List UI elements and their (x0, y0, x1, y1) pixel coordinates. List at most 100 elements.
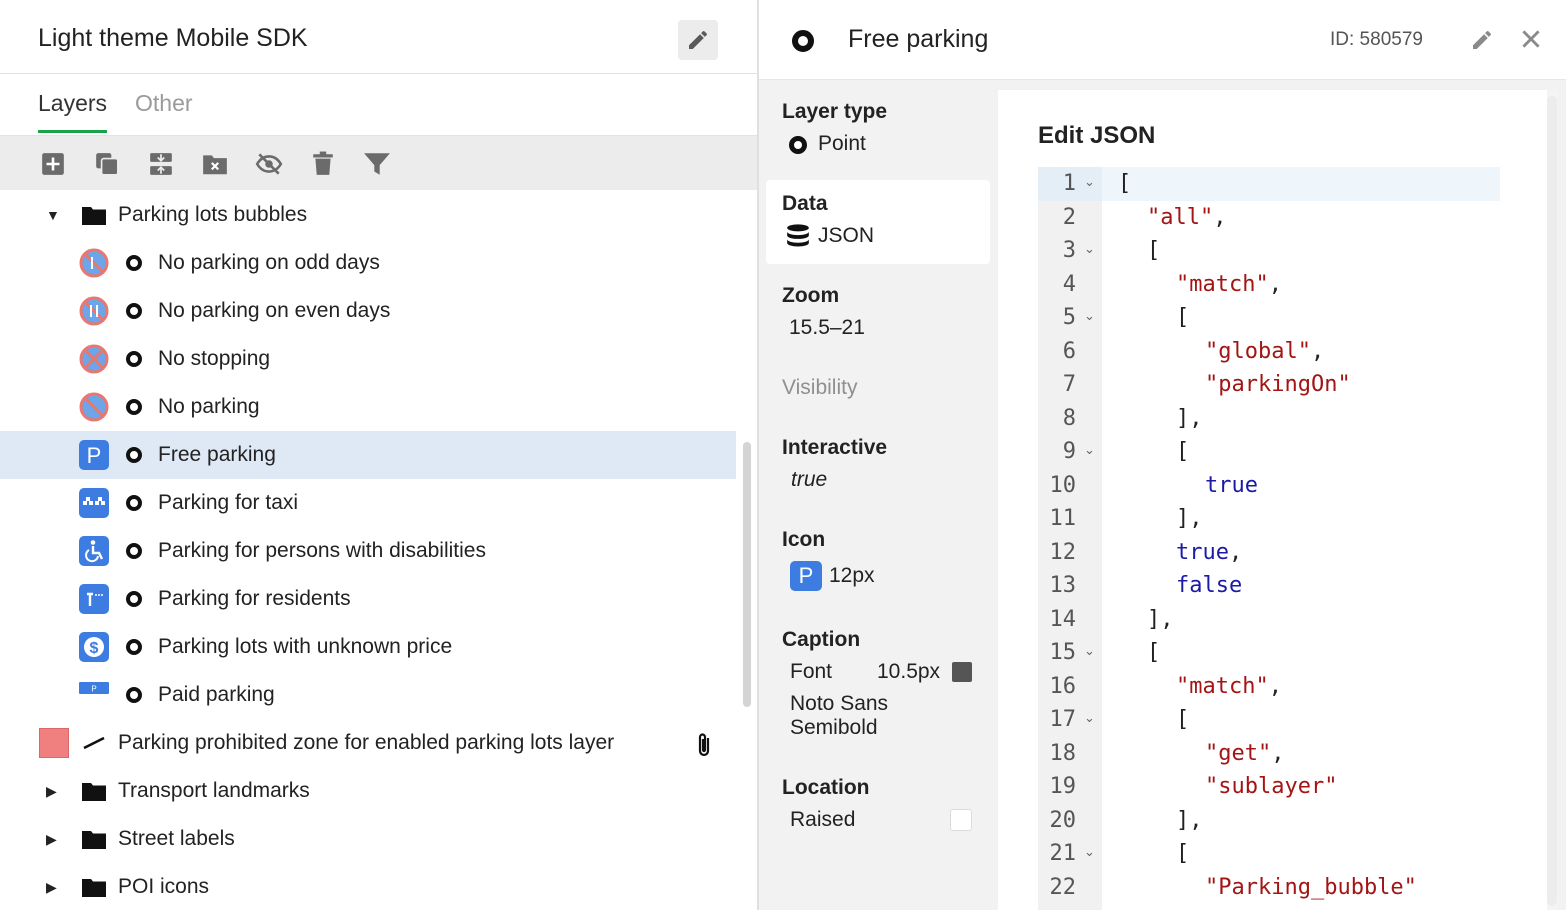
tab-other[interactable]: Other (135, 90, 193, 117)
tree-item-no-stopping[interactable]: No stopping (0, 335, 740, 383)
code-token: false (1176, 573, 1243, 598)
caret-right-icon[interactable]: ▶ (46, 831, 57, 848)
zone-color-swatch[interactable] (39, 728, 69, 758)
parking-p-icon[interactable]: P (790, 561, 822, 591)
line-number: 13 (1049, 573, 1077, 598)
tree-item-prohibited-zone[interactable]: Parking prohibited zone for enabled park… (0, 719, 740, 767)
hide-layer-button[interactable] (255, 150, 283, 178)
filter-layers-button[interactable] (363, 150, 391, 178)
tree-item-parking-disabilities[interactable]: Parking for persons with disabilities (0, 527, 740, 575)
tree-item-no-parking[interactable]: No parking (0, 383, 740, 431)
fold-chevron-icon[interactable]: ⌄ (1084, 443, 1095, 458)
database-icon (787, 224, 809, 247)
delete-layer-button[interactable] (309, 150, 337, 178)
code-line[interactable]: 11], (1038, 502, 1500, 536)
close-icon[interactable] (1518, 26, 1544, 52)
code-text: [ (1147, 238, 1160, 263)
line-type-icon (83, 736, 105, 750)
tab-layers[interactable]: Layers (38, 90, 108, 133)
panel-tabs: Layers Other (0, 74, 757, 136)
code-line[interactable]: 17 ⌄ [ (1038, 703, 1500, 737)
pencil-icon[interactable] (1470, 28, 1494, 52)
code-token: [ (1176, 305, 1190, 330)
code-line[interactable]: 18 "get", (1038, 737, 1500, 771)
fold-chevron-icon[interactable]: ⌄ (1084, 242, 1095, 257)
code-line[interactable]: 5 ⌄ [ (1038, 301, 1500, 335)
tree-folder-poi-icons[interactable]: ▶ POI icons (0, 863, 740, 910)
duplicate-layer-button[interactable] (93, 150, 121, 178)
code-text: "Parking_bubble" (1205, 875, 1417, 900)
caret-right-icon[interactable]: ▶ (46, 783, 57, 800)
visibility-label[interactable]: Visibility (782, 376, 857, 400)
caption-font-name-line2[interactable]: Semibold (790, 716, 878, 740)
caption-font-name-line1[interactable]: Noto Sans (790, 692, 888, 716)
fold-chevron-icon[interactable]: ⌄ (1084, 175, 1095, 190)
code-line[interactable]: 3 ⌄ [ (1038, 234, 1500, 268)
tree-item-label: No stopping (158, 347, 271, 370)
code-line[interactable]: 2 "all", (1038, 201, 1500, 235)
tree-item-no-parking-even-days[interactable]: No parking on even days (0, 287, 740, 335)
merge-layers-button[interactable] (147, 150, 175, 178)
code-line[interactable]: 21 ⌄ [ (1038, 837, 1500, 871)
code-line[interactable]: 4 "match", (1038, 268, 1500, 302)
line-number: 2 (1062, 204, 1076, 230)
zoom-value[interactable]: 15.5–21 (789, 316, 865, 340)
tree-item-parking-for-taxi[interactable]: Parking for taxi (0, 479, 740, 527)
fold-chevron-icon[interactable]: ⌄ (1084, 309, 1095, 324)
code-line[interactable]: 9 ⌄ [ (1038, 435, 1500, 469)
edit-project-button[interactable] (678, 20, 718, 60)
interactive-value[interactable]: true (791, 468, 827, 492)
icon-label: Icon (782, 528, 826, 551)
tree-folder-transport-landmarks[interactable]: ▶ Transport landmarks (0, 767, 740, 815)
editor-scrollbar[interactable] (1547, 96, 1557, 906)
line-number: 5 (1062, 305, 1076, 330)
tree-item-paid-parking[interactable]: P Paid parking (0, 671, 740, 719)
code-line[interactable]: 6 "global", (1038, 335, 1500, 369)
fold-chevron-icon[interactable]: ⌄ (1084, 644, 1095, 659)
code-line[interactable]: 8], (1038, 402, 1500, 436)
folder-icon (82, 207, 106, 225)
point-type-icon (126, 399, 142, 415)
delete-icon (313, 151, 333, 175)
code-text: ], (1176, 506, 1203, 531)
code-line[interactable]: 12 true, (1038, 536, 1500, 570)
fold-chevron-icon[interactable]: ⌄ (1084, 845, 1095, 860)
code-text: [ (1176, 707, 1189, 732)
tree-group-parking-lots-bubbles[interactable]: ▼ Parking lots bubbles (0, 191, 740, 239)
no-parking-icon (79, 392, 109, 422)
code-line[interactable]: 7 "parkingOn" (1038, 368, 1500, 402)
tree-item-parking-residents[interactable]: Parking for residents (0, 575, 740, 623)
code-line[interactable]: 19 "sublayer" (1038, 770, 1500, 804)
raised-checkbox[interactable] (950, 809, 972, 831)
code-line[interactable]: 14], (1038, 603, 1500, 637)
code-line[interactable]: 13 false (1038, 569, 1500, 603)
add-layer-button[interactable] (39, 150, 67, 178)
fold-chevron-icon[interactable]: ⌄ (1084, 711, 1095, 726)
code-line[interactable]: 1 ⌄ [ (1038, 167, 1500, 201)
tree-scrollbar[interactable] (743, 442, 751, 707)
caption-color-swatch[interactable] (952, 662, 972, 682)
tree-item-label: No parking on odd days (158, 251, 380, 274)
tree-item-parking-unknown-price[interactable]: $ Parking lots with unknown price (0, 623, 740, 671)
caret-right-icon[interactable]: ▶ (46, 879, 57, 896)
code-text: [ (1176, 841, 1189, 866)
paperclip-icon[interactable] (692, 731, 716, 759)
tree-folder-street-labels[interactable]: ▶ Street labels (0, 815, 740, 863)
code-line[interactable]: 16 "match", (1038, 670, 1500, 704)
code-token: [ (1147, 238, 1161, 263)
code-line[interactable]: 22 "Parking_bubble" (1038, 871, 1500, 905)
caret-down-icon[interactable]: ▼ (46, 207, 60, 223)
line-number: 7 (1062, 372, 1076, 397)
point-type-icon (789, 136, 807, 154)
code-line[interactable]: 10 true (1038, 469, 1500, 503)
caption-font-size[interactable]: 10.5px (877, 660, 940, 684)
remove-folder-button[interactable] (201, 150, 229, 178)
svg-text:P: P (91, 685, 96, 694)
code-line[interactable]: 15 ⌄ [ (1038, 636, 1500, 670)
tree-item-no-parking-odd-days[interactable]: No parking on odd days (0, 239, 740, 287)
icon-size-value[interactable]: 12px (829, 564, 875, 588)
line-number: 16 (1049, 673, 1077, 699)
point-type-icon (126, 543, 142, 559)
tree-item-free-parking[interactable]: P Free parking (0, 431, 736, 479)
code-line[interactable]: 20], (1038, 804, 1500, 838)
